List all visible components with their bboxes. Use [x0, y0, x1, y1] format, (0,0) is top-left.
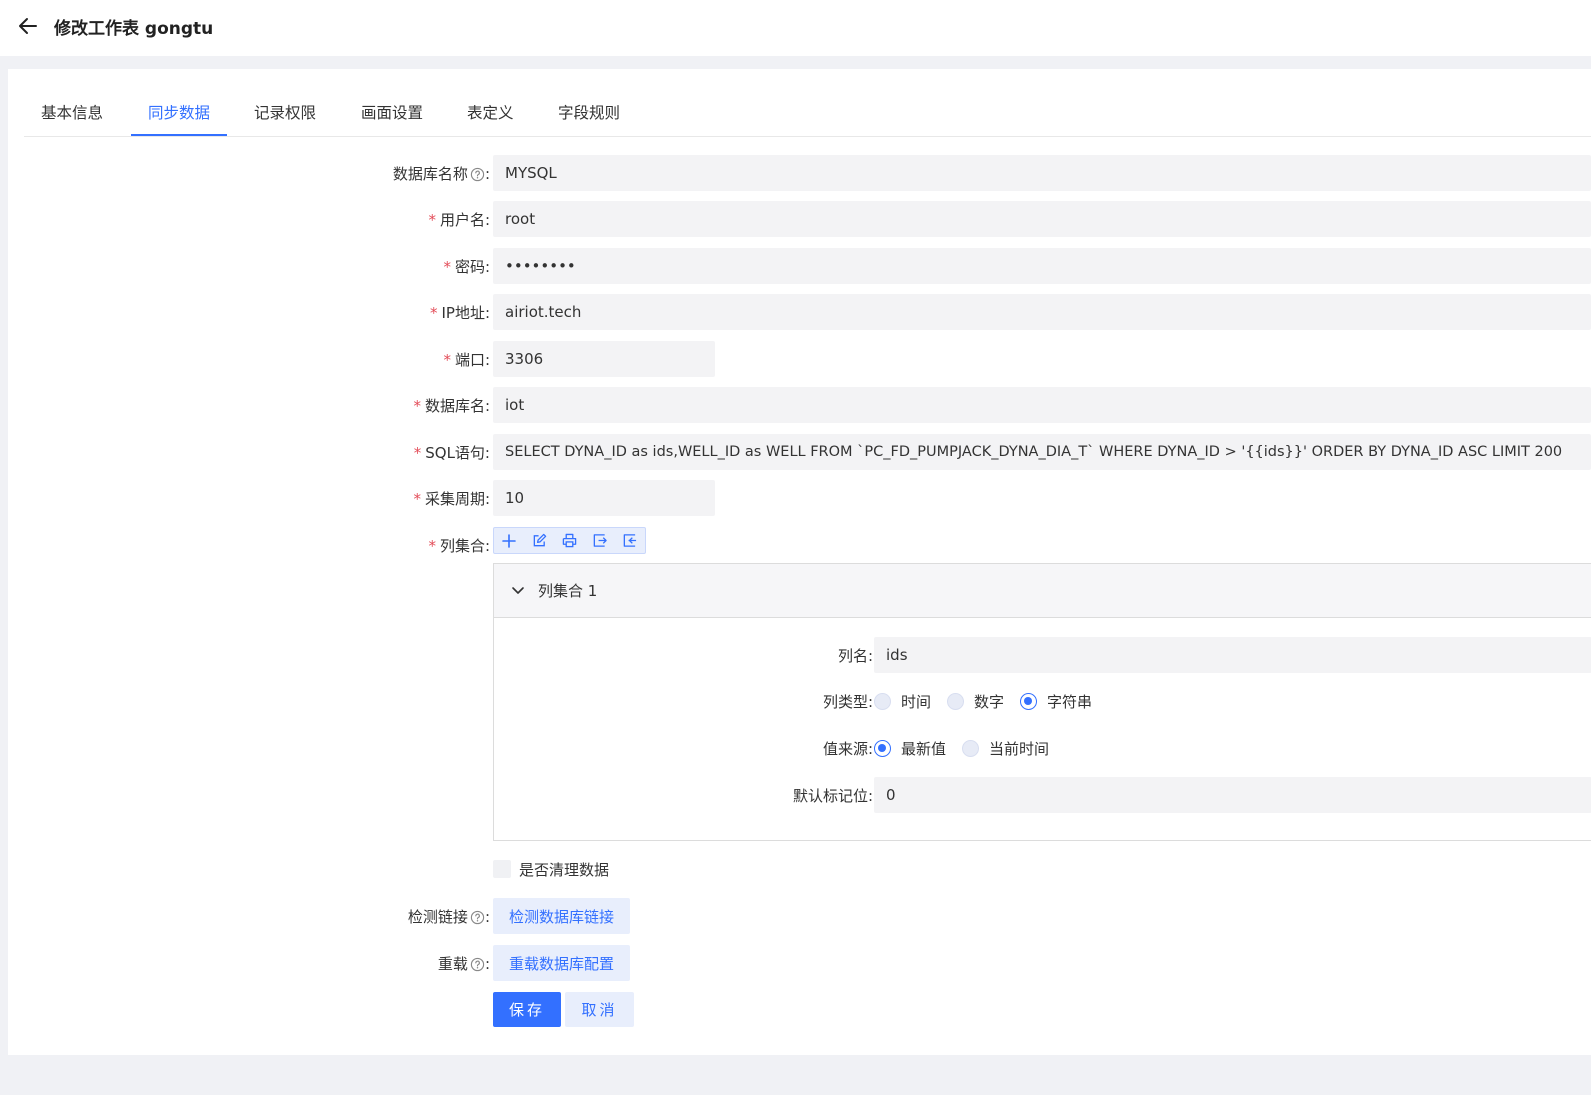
- col-name-label: 列名:: [837, 647, 873, 665]
- radio-dot[interactable]: [874, 693, 891, 710]
- radio-latest-value[interactable]: 最新值: [874, 738, 946, 759]
- reload-db-config-button[interactable]: 重载数据库配置: [493, 945, 631, 981]
- ip-input[interactable]: airiot.tech: [493, 294, 1591, 330]
- tab-bar: 基本信息 同步数据 记录权限 画面设置 表定义 字段规则: [24, 69, 1591, 137]
- clean-data-checkbox[interactable]: [493, 860, 511, 878]
- tab-record-permission[interactable]: 记录权限: [254, 101, 316, 137]
- sql-input[interactable]: SELECT DYNA_ID as ids,WELL_ID as WELL FR…: [493, 434, 1591, 470]
- import-icon[interactable]: [584, 528, 614, 553]
- arrow-left-icon[interactable]: [16, 14, 40, 38]
- tab-field-rules[interactable]: 字段规则: [558, 101, 620, 137]
- column-set-header[interactable]: 列集合 1: [494, 564, 1591, 618]
- password-input[interactable]: ••••••••: [493, 248, 1591, 284]
- question-circle-icon[interactable]: [470, 167, 485, 186]
- db-name-input[interactable]: iot: [493, 387, 1591, 423]
- check-link-label: 检测链接:: [408, 906, 490, 929]
- port-label: * 端口:: [443, 351, 490, 369]
- default-flag-label: 默认标记位:: [792, 787, 873, 805]
- column-toolbar: [493, 527, 646, 554]
- radio-string[interactable]: 字符串: [1020, 691, 1092, 712]
- value-source-label: 值来源:: [822, 740, 873, 758]
- radio-dot[interactable]: [947, 693, 965, 710]
- period-input[interactable]: 10: [493, 480, 715, 516]
- question-circle-icon[interactable]: [470, 957, 485, 976]
- reload-label: 重载:: [438, 953, 490, 976]
- plus-icon[interactable]: [494, 528, 524, 553]
- username-input[interactable]: root: [493, 201, 1591, 237]
- db-name-label: * 数据库名:: [413, 397, 490, 415]
- tab-sync-data[interactable]: 同步数据: [148, 101, 210, 137]
- edit-icon[interactable]: [524, 528, 554, 553]
- ip-label: * IP地址:: [429, 304, 490, 322]
- col-type-radio-group: 时间 数字 字符串: [874, 691, 1108, 712]
- password-label: * 密码:: [443, 258, 490, 276]
- chevron-down-icon[interactable]: [510, 582, 526, 602]
- username-label: * 用户名:: [428, 211, 490, 229]
- check-db-link-button[interactable]: 检测数据库链接: [493, 898, 631, 934]
- radio-dot-checked[interactable]: [874, 740, 891, 757]
- page-title: 修改工作表 gongtu: [54, 19, 214, 39]
- radio-dot[interactable]: [962, 740, 980, 757]
- save-button[interactable]: 保存: [493, 992, 561, 1027]
- page-header: 修改工作表 gongtu: [0, 0, 1591, 56]
- column-set-panel: 列集合 1 列名: ids 列类型: 时间 数字 字符串 值来源: 最新值 当前…: [493, 563, 1591, 841]
- db-type-input[interactable]: MYSQL: [493, 155, 1591, 191]
- port-input[interactable]: 3306: [493, 341, 715, 377]
- clean-data-label: 是否清理数据: [519, 861, 610, 879]
- radio-dot-checked[interactable]: [1020, 693, 1038, 710]
- radio-current-time[interactable]: 当前时间: [962, 738, 1049, 759]
- columns-label: * 列集合:: [428, 537, 490, 555]
- radio-time[interactable]: 时间: [874, 691, 931, 712]
- default-flag-input[interactable]: 0: [874, 777, 1591, 813]
- question-circle-icon[interactable]: [470, 910, 485, 929]
- cancel-button[interactable]: 取消: [565, 992, 634, 1027]
- col-name-input[interactable]: ids: [874, 637, 1591, 673]
- tab-basic-info[interactable]: 基本信息: [41, 101, 103, 137]
- sql-label: * SQL语句:: [413, 444, 490, 462]
- print-icon[interactable]: [554, 528, 584, 553]
- tab-active-indicator: [131, 134, 227, 136]
- period-label: * 采集周期:: [413, 490, 490, 508]
- tab-table-definition[interactable]: 表定义: [467, 101, 514, 137]
- tab-screen-settings[interactable]: 画面设置: [361, 101, 423, 137]
- value-source-radio-group: 最新值 当前时间: [874, 738, 1065, 759]
- db-type-label: 数据库名称:: [393, 163, 490, 186]
- col-type-label: 列类型:: [822, 693, 873, 711]
- column-set-title: 列集合 1: [538, 582, 598, 600]
- export-icon[interactable]: [614, 528, 644, 553]
- radio-number[interactable]: 数字: [947, 691, 1004, 712]
- form-card: 基本信息 同步数据 记录权限 画面设置 表定义 字段规则 数据库名称: MYSQ…: [8, 69, 1591, 1055]
